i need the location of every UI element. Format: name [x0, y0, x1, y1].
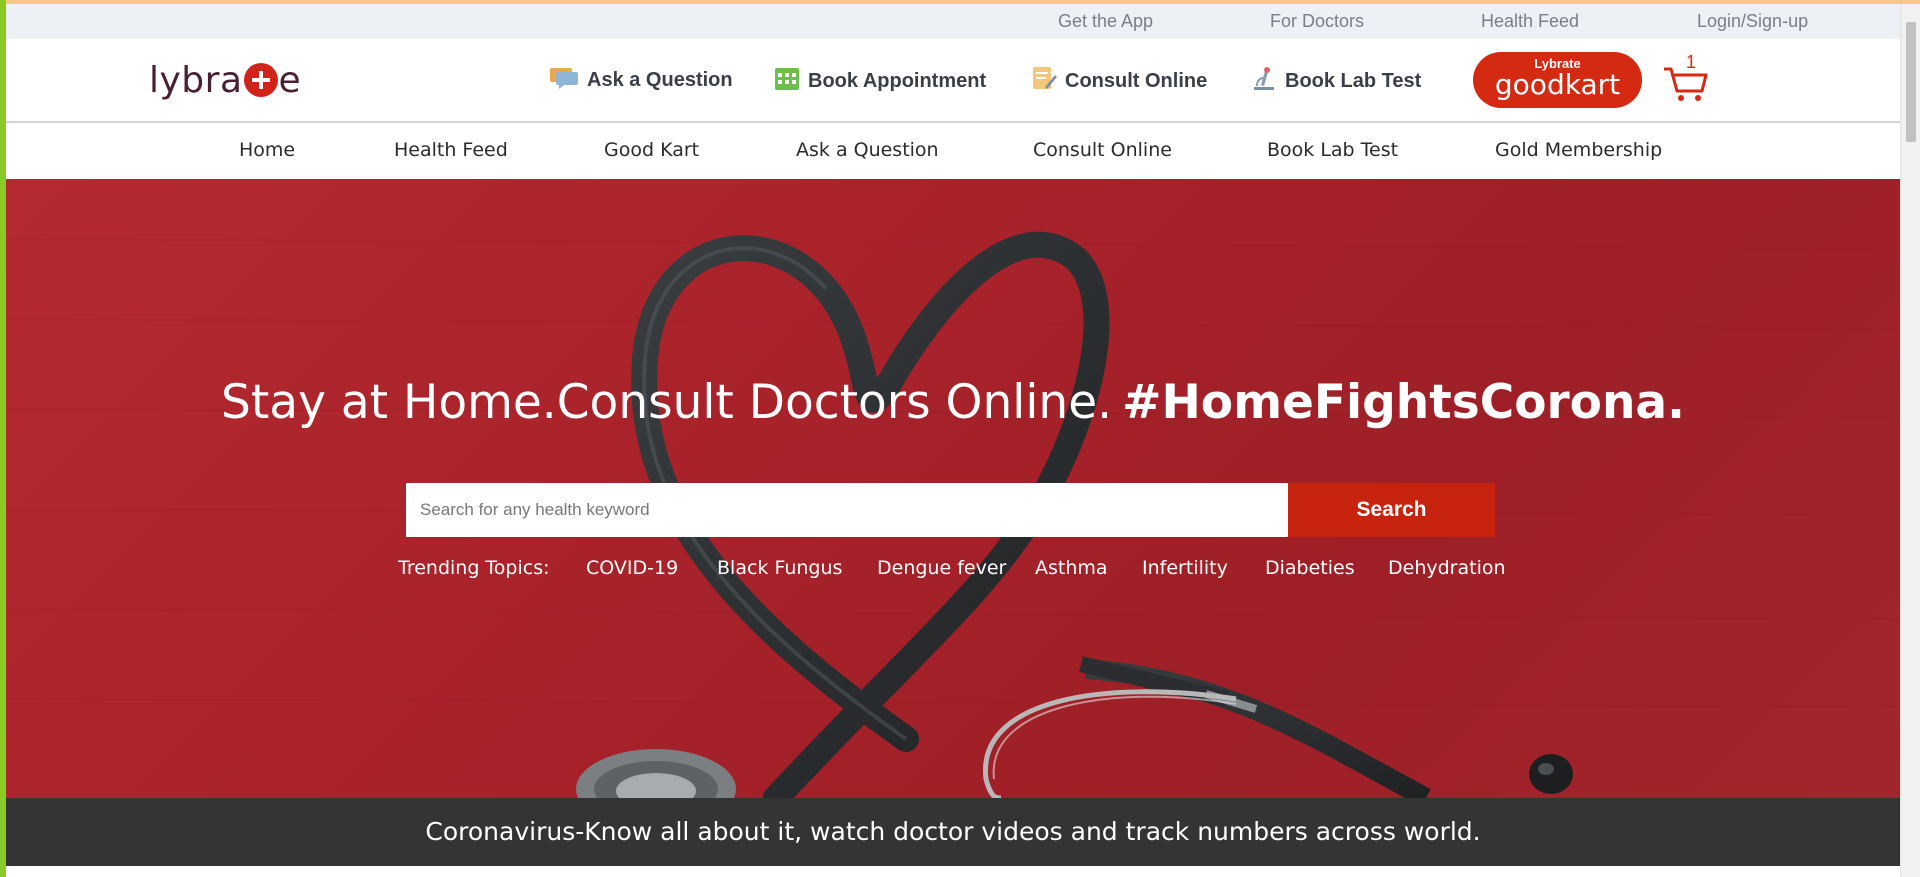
chat-icon: [549, 65, 579, 95]
ask-question-nav[interactable]: Ask a Question: [549, 65, 733, 95]
book-lab-test-label: Book Lab Test: [1285, 69, 1422, 92]
header: lybra e Ask a Question Book Appointment C…: [6, 39, 1900, 123]
cart-count: 1: [1686, 52, 1697, 72]
page: Get the App For Doctors Health Feed Logi…: [6, 4, 1900, 877]
hero-headline: Stay at Home.Consult Doctors Online. #Hom…: [6, 375, 1900, 430]
page-continuation: [6, 866, 1900, 877]
banner-text: Coronavirus-Know all about it, watch doc…: [425, 817, 1481, 846]
consult-icon: [1031, 65, 1057, 97]
login-signup-link[interactable]: Login/Sign-up: [1697, 11, 1808, 32]
trending-black-fungus[interactable]: Black Fungus: [717, 557, 842, 579]
plus-icon: [243, 63, 278, 97]
health-search-input[interactable]: [406, 483, 1288, 537]
main-nav-book-lab-test[interactable]: Book Lab Test: [1267, 139, 1398, 161]
main-nav-health-feed[interactable]: Health Feed: [394, 139, 508, 161]
main-nav-gold-membership[interactable]: Gold Membership: [1495, 139, 1662, 161]
logo-text-right: e: [278, 59, 302, 101]
logo-text-left: lybra: [149, 59, 243, 101]
search-button[interactable]: Search: [1288, 483, 1495, 537]
main-nav-ask-question[interactable]: Ask a Question: [796, 139, 939, 161]
main-nav-consult-online[interactable]: Consult Online: [1033, 139, 1172, 161]
for-doctors-link[interactable]: For Doctors: [1270, 11, 1364, 32]
main-nav: Home Health Feed Good Kart Ask a Questio…: [6, 125, 1900, 179]
book-appointment-label: Book Appointment: [808, 69, 987, 92]
trending-diabeties[interactable]: Diabeties: [1265, 557, 1355, 579]
scrollbar-thumb[interactable]: [1906, 22, 1916, 142]
coronavirus-banner[interactable]: Coronavirus-Know all about it, watch doc…: [6, 798, 1900, 866]
book-appointment-nav[interactable]: Book Appointment: [774, 65, 986, 97]
goodkart-button[interactable]: Lybrate goodkart: [1473, 52, 1642, 108]
ask-question-label: Ask a Question: [587, 68, 733, 91]
get-the-app-link[interactable]: Get the App: [1058, 11, 1153, 32]
microscope-icon: [1251, 65, 1277, 97]
utility-bar: Get the App For Doctors Health Feed Logi…: [6, 4, 1900, 39]
consult-online-nav[interactable]: Consult Online: [1031, 65, 1207, 97]
calendar-icon: [774, 65, 800, 97]
consult-online-label: Consult Online: [1065, 69, 1208, 92]
headline-text: Stay at Home.Consult Doctors Online.: [221, 375, 1113, 430]
trending-infertility[interactable]: Infertility: [1142, 557, 1228, 579]
vertical-scrollbar[interactable]: [1900, 4, 1920, 877]
book-lab-test-nav[interactable]: Book Lab Test: [1251, 65, 1421, 97]
hero-section: Stay at Home.Consult Doctors Online. #Hom…: [6, 179, 1900, 798]
goodkart-big-label: goodkart: [1494, 68, 1621, 101]
trending-asthma[interactable]: Asthma: [1035, 557, 1108, 579]
trending-dengue-fever[interactable]: Dengue fever: [877, 557, 1006, 579]
lybrate-logo[interactable]: lybra e: [149, 58, 301, 102]
trending-dehydration[interactable]: Dehydration: [1388, 557, 1506, 579]
headline-hashtag: #HomeFightsCorona.: [1122, 375, 1685, 430]
main-nav-home[interactable]: Home: [239, 139, 295, 161]
trending-covid-19[interactable]: COVID-19: [586, 557, 678, 579]
trending-topics-label: Trending Topics:: [398, 557, 550, 579]
health-feed-link[interactable]: Health Feed: [1481, 11, 1579, 32]
main-nav-good-kart[interactable]: Good Kart: [604, 139, 699, 161]
